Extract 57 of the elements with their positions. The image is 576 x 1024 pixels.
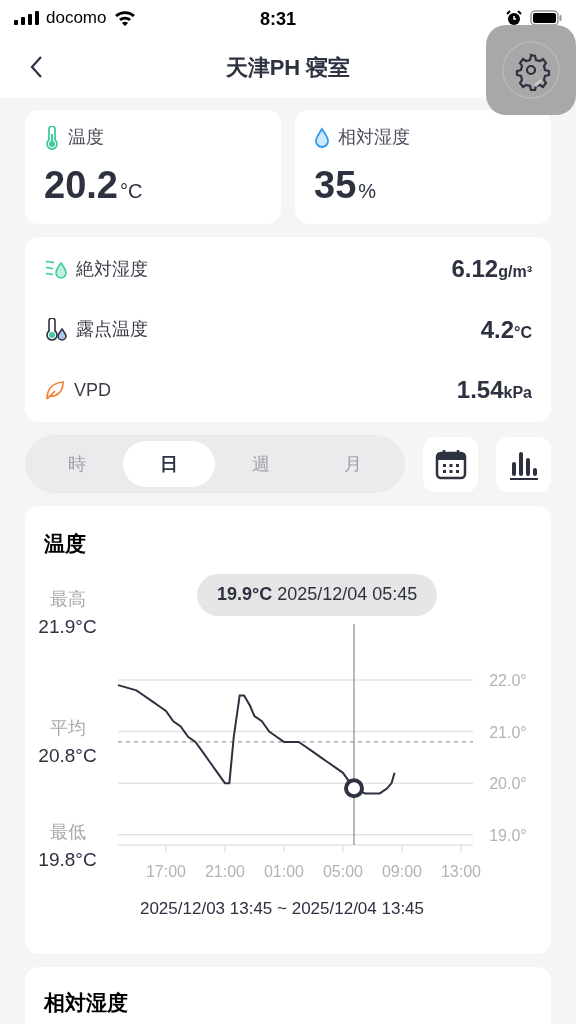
axis-label: 01:00 xyxy=(263,862,304,880)
stat-label: 平均 xyxy=(49,717,86,740)
detail-value: 1.54 xyxy=(456,375,504,405)
detail-label: 露点温度 xyxy=(76,318,148,341)
axis-label: 17:00 xyxy=(145,862,186,880)
detail-unit: kPa xyxy=(503,384,532,403)
floating-settings-button[interactable] xyxy=(486,25,576,115)
detail-unit: g/m³ xyxy=(498,262,532,282)
gear-icon xyxy=(501,40,561,100)
axis-label: 19.0° xyxy=(489,826,527,844)
chevron-left-icon xyxy=(29,55,43,79)
battery-icon xyxy=(530,10,562,26)
reading-label: 相対湿度 xyxy=(338,126,410,149)
card-title: 温度 xyxy=(43,531,87,557)
axis-label: 05:00 xyxy=(322,862,363,880)
stat-value: 19.8°C xyxy=(38,847,97,872)
axis-label: 13:00 xyxy=(440,862,481,880)
period-tab[interactable]: 週 xyxy=(215,441,307,487)
axis-label: 21:00 xyxy=(204,862,245,880)
reading-unit: °C xyxy=(119,179,143,204)
detail-value: 4.2 xyxy=(480,314,515,345)
stat-value: 21.9°C xyxy=(38,614,97,639)
period-tab[interactable]: 時 xyxy=(31,441,123,487)
carrier-name: docomo xyxy=(46,7,107,30)
alarm-icon xyxy=(506,10,522,26)
stat-label: 最低 xyxy=(49,820,86,844)
card-title: 相対湿度 xyxy=(42,990,129,1016)
detail-label: 絶対湿度 xyxy=(76,257,148,281)
leaf-icon xyxy=(44,379,66,401)
reading-value: 20.2 xyxy=(44,163,118,208)
detail-unit: °C xyxy=(514,323,532,343)
signal-icon xyxy=(14,11,40,25)
detail-label: VPD xyxy=(74,378,111,402)
calendar-button[interactable] xyxy=(423,436,478,492)
status-time: 8:31 xyxy=(260,8,297,31)
thermometer-icon xyxy=(44,125,60,150)
date-range: 2025/12/03 13:45 ~ 2025/12/04 13:45 xyxy=(138,897,426,920)
selected-point[interactable] xyxy=(344,777,364,798)
reading-value: 35 xyxy=(314,163,357,208)
stat-label: 最高 xyxy=(49,587,86,611)
axis-label: 20.0° xyxy=(489,774,527,792)
period-tab[interactable]: 日 xyxy=(123,441,215,487)
axis-label: 09:00 xyxy=(381,862,422,880)
reading-unit: % xyxy=(358,179,377,204)
droplet-icon xyxy=(314,126,330,149)
axis-label: 22.0° xyxy=(489,671,527,689)
calendar-icon xyxy=(434,448,467,480)
tooltip-text: 19.9°C 2025/12/04 05:45 xyxy=(217,583,418,606)
period-tab[interactable]: 月 xyxy=(307,441,399,487)
chart-type-button[interactable] xyxy=(496,436,551,492)
stat-value: 20.8°C xyxy=(38,744,97,768)
wifi-icon xyxy=(114,10,137,26)
thermometer-droplet-icon xyxy=(44,317,68,342)
detail-value: 6.12 xyxy=(451,254,499,284)
axis-label: 21.0° xyxy=(489,723,527,741)
page-title: 天津PH 寝室 xyxy=(225,53,351,82)
reading-label: 温度 xyxy=(68,126,104,149)
